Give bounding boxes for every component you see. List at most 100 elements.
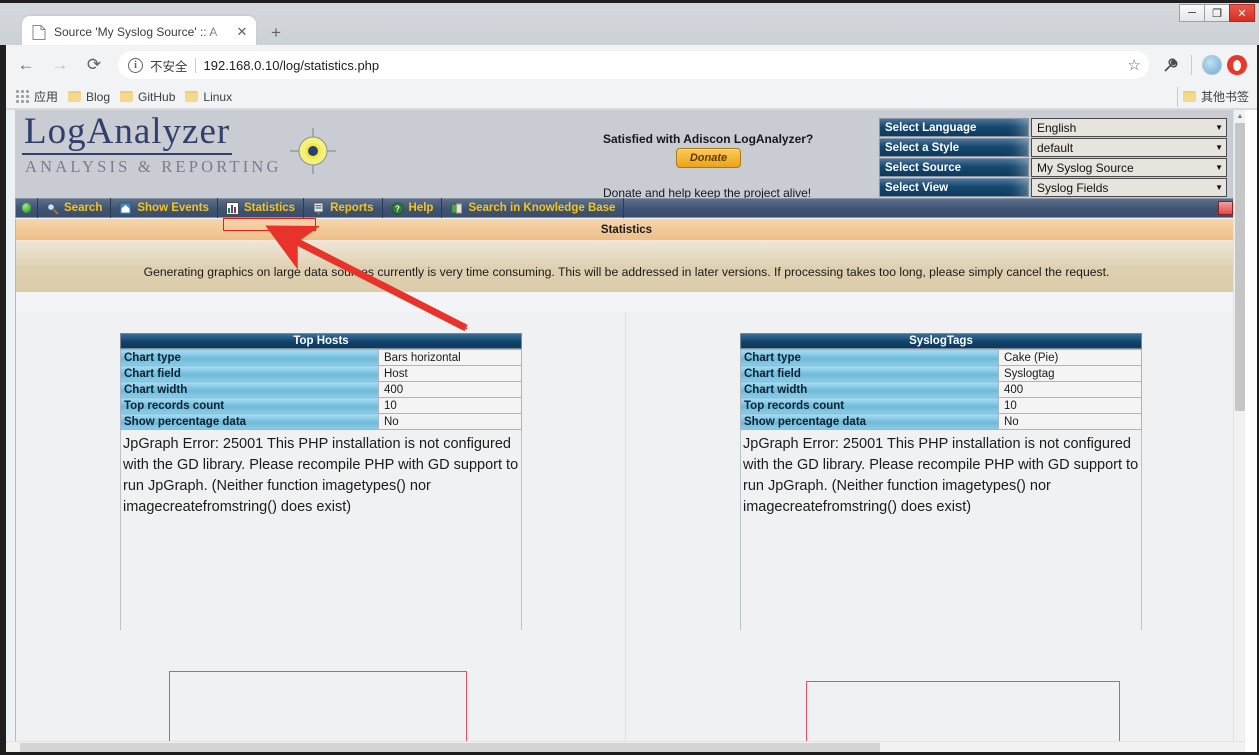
- nav-item-statistics[interactable]: Statistics: [218, 198, 305, 218]
- window-close-button[interactable]: ✕: [1229, 4, 1255, 22]
- select-source-label: Select Source: [879, 158, 1029, 177]
- annotation-box-left: [169, 671, 467, 752]
- row-key: Chart field: [120, 365, 379, 382]
- row-key: Chart width: [120, 381, 379, 398]
- row-key: Top records count: [120, 397, 379, 414]
- other-bookmarks-label: 其他书签: [1200, 90, 1249, 104]
- profile-avatar-icon[interactable]: [1202, 55, 1222, 75]
- selector-panel: Select Language English ▼ Select a Style…: [879, 118, 1227, 198]
- row-value: No: [378, 413, 522, 430]
- horizontal-scroll-thumb[interactable]: [20, 743, 880, 752]
- table-row: Chart width 400: [740, 381, 1142, 398]
- nav-item-search[interactable]: Search: [38, 198, 112, 218]
- minimize-button[interactable]: ─: [1179, 4, 1205, 22]
- vertical-scrollbar[interactable]: ▲ ▼: [1233, 110, 1245, 752]
- table-row: Show percentage data No: [120, 413, 522, 430]
- panel-settings-table: Chart type Cake (Pie) Chart field Syslog…: [740, 349, 1142, 430]
- magnifier-icon: [46, 202, 59, 215]
- nav-status-dot[interactable]: [16, 198, 38, 218]
- loganalyzer-page: LogAnalyzer ANALYSIS & REPORTING Satisfi…: [6, 110, 1245, 752]
- page-icon: [32, 24, 46, 40]
- target-icon: [290, 128, 336, 174]
- close-icon[interactable]: ✕: [234, 24, 250, 40]
- chevron-down-icon: ▼: [1215, 163, 1223, 172]
- select-view-dropdown[interactable]: Syslog Fields ▼: [1031, 178, 1227, 197]
- forward-button[interactable]: →: [46, 51, 74, 79]
- chevron-down-icon: ▼: [1215, 123, 1223, 132]
- horizontal-scrollbar[interactable]: [6, 741, 1245, 752]
- nav-item-knowledge-base[interactable]: Search in Knowledge Base: [442, 198, 625, 218]
- house-icon: [119, 202, 132, 214]
- table-row: Chart field Host: [120, 365, 522, 382]
- opera-icon[interactable]: [1227, 55, 1247, 75]
- row-key: Chart width: [740, 381, 999, 398]
- nav-label: Search in Knowledge Base: [468, 202, 616, 214]
- table-row: Chart width 400: [120, 381, 522, 398]
- table-row: Top records count 10: [120, 397, 522, 414]
- bookmark-label: Blog: [86, 89, 111, 104]
- row-value: No: [998, 413, 1142, 430]
- folder-icon: [120, 91, 134, 102]
- nav-label: Show Events: [137, 202, 209, 214]
- select-source-dropdown[interactable]: My Syslog Source ▼: [1031, 158, 1227, 177]
- select-view-label: Select View: [879, 178, 1029, 197]
- panel-top-hosts: Top Hosts Chart type Bars horizontal Cha…: [120, 333, 522, 752]
- vertical-scroll-thumb[interactable]: [1235, 123, 1245, 411]
- row-value: Syslogtag: [998, 365, 1142, 382]
- app-navbar: Search Show Events Statistics Reports ? …: [15, 198, 1238, 218]
- browser-title-bar: Source 'My Syslog Source' :: A ✕ + ─ ❐ ✕: [0, 0, 1259, 48]
- table-row: Chart type Bars horizontal: [120, 349, 522, 366]
- select-style-value: default: [1037, 140, 1074, 155]
- extension-icon[interactable]: [1157, 52, 1183, 78]
- select-style-dropdown[interactable]: default ▼: [1031, 138, 1227, 157]
- select-style-label: Select a Style: [879, 138, 1029, 157]
- omnibox-divider: [194, 57, 196, 73]
- select-language-row: Select Language English ▼: [879, 118, 1227, 138]
- row-value: Host: [378, 365, 522, 382]
- table-row: Show percentage data No: [740, 413, 1142, 430]
- bookmark-star-icon[interactable]: ☆: [1128, 56, 1141, 74]
- bookmark-apps[interactable]: 应用: [16, 88, 58, 105]
- app-logo: LogAnalyzer ANALYSIS & REPORTING: [22, 112, 282, 177]
- nav-item-reports[interactable]: Reports: [304, 198, 383, 218]
- bookmark-linux[interactable]: Linux: [185, 90, 232, 104]
- panel-settings-table: Chart type Bars horizontal Chart field H…: [120, 349, 522, 430]
- app-header: LogAnalyzer ANALYSIS & REPORTING Satisfi…: [15, 110, 1238, 200]
- window-controls: ─ ❐ ✕: [1179, 4, 1255, 22]
- reload-button[interactable]: ⟳: [80, 51, 108, 79]
- table-row: Chart type Cake (Pie): [740, 349, 1142, 366]
- nav-item-show-events[interactable]: Show Events: [111, 198, 218, 218]
- tab-title: Source 'My Syslog Source' :: A: [54, 25, 218, 39]
- bookmarks-divider: [1176, 86, 1178, 107]
- browser-tab[interactable]: Source 'My Syslog Source' :: A ✕: [22, 16, 256, 48]
- folder-icon: [185, 91, 199, 102]
- logo-subtitle: ANALYSIS & REPORTING: [25, 157, 282, 176]
- maximize-button[interactable]: ❐: [1204, 4, 1230, 22]
- bookmark-github[interactable]: GitHub: [120, 90, 175, 104]
- address-bar[interactable]: i 不安全 192.168.0.10/log/statistics.php ☆: [118, 51, 1149, 79]
- row-value: 400: [998, 381, 1142, 398]
- scroll-up-icon[interactable]: ▲: [1234, 110, 1246, 122]
- jpgraph-error-text: JpGraph Error: 25001 This PHP installati…: [740, 430, 1142, 630]
- bookmark-blog[interactable]: Blog: [68, 90, 110, 104]
- apps-grid-icon: [16, 90, 29, 103]
- chevron-down-icon: ▼: [1215, 183, 1223, 192]
- new-tab-button[interactable]: +: [266, 23, 286, 43]
- status-dot-icon: [22, 203, 31, 213]
- notice-banner: Generating graphics on large data source…: [15, 240, 1238, 292]
- bookmarks-bar: 应用 Blog GitHub Linux 其他书签: [6, 85, 1257, 109]
- table-row: Top records count 10: [740, 397, 1142, 414]
- row-value: Cake (Pie): [998, 349, 1142, 366]
- select-language-dropdown[interactable]: English ▼: [1031, 118, 1227, 137]
- report-icon: [313, 202, 324, 214]
- donate-button[interactable]: Donate: [676, 148, 741, 168]
- nav-item-help[interactable]: ? Help: [383, 198, 443, 218]
- bookmark-label: 应用: [34, 90, 59, 104]
- select-language-value: English: [1037, 120, 1077, 135]
- info-icon[interactable]: i: [128, 57, 143, 73]
- security-label: 不安全: [150, 59, 188, 74]
- other-bookmarks[interactable]: 其他书签: [1172, 86, 1249, 107]
- calendar-icon[interactable]: [1218, 201, 1233, 215]
- question-icon: ?: [390, 201, 404, 215]
- back-button[interactable]: ←: [12, 51, 40, 79]
